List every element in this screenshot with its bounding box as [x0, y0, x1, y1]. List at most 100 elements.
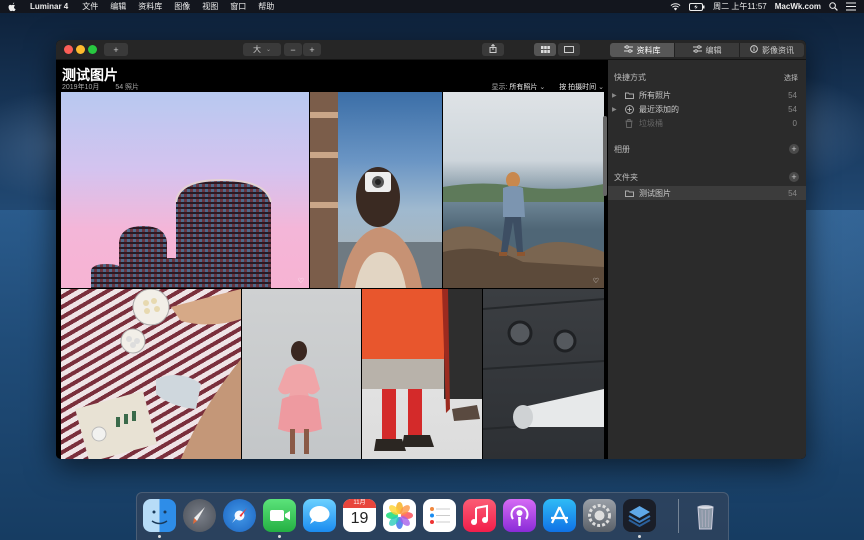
messages-icon[interactable]: [303, 499, 336, 532]
add-photos-button[interactable]: +: [104, 43, 128, 56]
zoom-window-button[interactable]: [88, 45, 97, 54]
tab-edit[interactable]: 编辑: [675, 43, 740, 57]
control-center-icon[interactable]: [846, 2, 856, 11]
menu-image[interactable]: 图像: [174, 1, 190, 12]
sidebar-item-trash[interactable]: 垃圾桶 0: [608, 116, 806, 130]
photo-thumbnail[interactable]: ♡: [61, 92, 309, 288]
share-icon: [489, 43, 497, 55]
shortcuts-heading: 快捷方式: [614, 73, 646, 82]
sort-filter[interactable]: 按 拍摄时间 ⌄: [559, 82, 604, 92]
menu-help[interactable]: 帮助: [258, 1, 274, 12]
sidebar-item-label: 垃圾桶: [639, 118, 663, 128]
tab-library-label: 资料库: [636, 45, 661, 55]
chevron-down-icon: ⌄: [539, 84, 546, 91]
zoom-out-button[interactable]: −: [284, 43, 302, 56]
add-album-button[interactable]: +: [789, 144, 799, 154]
photo-thumbnail[interactable]: [61, 289, 241, 459]
tab-image-info[interactable]: 影像资讯: [740, 43, 804, 57]
trash-icon: [622, 118, 636, 128]
apple-menu-icon[interactable]: [8, 2, 18, 12]
favorite-heart-icon[interactable]: ♡: [593, 277, 599, 285]
show-filter[interactable]: 显示: 所有照片 ⌄: [491, 82, 545, 92]
gallery-scrollbar[interactable]: [603, 116, 607, 196]
hiker-cliff-photo: [443, 172, 604, 288]
thumbnail-size-dropdown[interactable]: 大 ⌄: [243, 43, 281, 56]
thumbnail-size-value: 大: [252, 45, 261, 54]
info-icon: [750, 45, 758, 55]
sidebar-item-recently-added[interactable]: ▶ 最近添加的 54: [608, 102, 806, 116]
search-icon[interactable]: [829, 2, 838, 11]
menu-library[interactable]: 资料库: [138, 1, 162, 12]
photos-icon[interactable]: [383, 499, 416, 532]
battery-icon[interactable]: [689, 2, 705, 11]
trash-icon[interactable]: [689, 499, 722, 532]
photo-thumbnail[interactable]: [310, 92, 442, 288]
photo-thumbnail[interactable]: [362, 289, 482, 459]
share-button[interactable]: [482, 43, 504, 56]
library-sidebar: 快捷方式 选择 ▶ 所有照片 54 ▶ 最近添加的 54 垃圾桶 0 相册 + …: [608, 60, 806, 459]
sidebar-item-count: 54: [788, 104, 797, 114]
sidebar-item-all-photos[interactable]: ▶ 所有照片 54: [608, 88, 806, 102]
safari-icon[interactable]: [223, 499, 256, 532]
gallery-area: 测试图片 2019年10月 54 照片 显示: 所有照片 ⌄ 按 拍摄时间 ⌄: [56, 60, 608, 459]
folders-heading: 文件夹: [614, 173, 638, 182]
clock[interactable]: 周二 上午11:57: [713, 1, 767, 12]
albums-heading: 相册: [614, 145, 630, 154]
woman-camera-photo: [310, 92, 442, 288]
sidebar-item-count: 0: [792, 118, 797, 128]
tab-image-info-label: 影像资讯: [762, 45, 794, 55]
zoom-in-button[interactable]: +: [303, 43, 321, 56]
pink-buildings-photo: [91, 178, 272, 288]
gallery-count: 54 照片: [115, 84, 140, 91]
minimize-window-button[interactable]: [76, 45, 85, 54]
launchpad-icon[interactable]: [183, 499, 216, 532]
menu-view[interactable]: 视图: [202, 1, 218, 12]
menu-window[interactable]: 窗口: [230, 1, 246, 12]
tab-edit-label: 编辑: [705, 45, 722, 55]
disclosure-triangle-icon[interactable]: ▶: [612, 92, 622, 99]
disclosure-triangle-icon[interactable]: ▶: [612, 106, 622, 113]
picnic-blanket-photo: [75, 289, 241, 459]
calendar-icon[interactable]: 11月 19: [343, 499, 376, 532]
menu-bar: Luminar 4 文件 编辑 资料库 图像 视图 窗口 帮助 周二 上午11:…: [0, 0, 864, 13]
running-indicator: [158, 535, 161, 538]
app-store-icon[interactable]: [543, 499, 576, 532]
close-window-button[interactable]: [64, 45, 73, 54]
show-filter-label: 显示:: [491, 84, 508, 91]
grid-view-button[interactable]: [534, 43, 556, 56]
select-button[interactable]: 选择: [784, 73, 798, 83]
sliders-icon: [692, 45, 702, 55]
app-menu[interactable]: Luminar 4: [30, 2, 68, 11]
music-icon[interactable]: [463, 499, 496, 532]
photo-thumbnail[interactable]: [483, 289, 604, 459]
menu-file[interactable]: 文件: [82, 1, 98, 12]
podcasts-icon[interactable]: [503, 499, 536, 532]
single-image-icon: [564, 45, 574, 55]
photo-thumbnail[interactable]: ♡: [443, 92, 604, 288]
dock-separator: [678, 499, 679, 533]
panel-tabs: 资料库 编辑 影像资讯: [610, 43, 804, 57]
grid-icon: [540, 45, 550, 55]
finder-icon[interactable]: [143, 499, 176, 532]
show-filter-value: 所有照片: [509, 84, 538, 91]
tab-library[interactable]: 资料库: [610, 43, 675, 57]
add-folder-button[interactable]: +: [789, 172, 799, 182]
gallery-date: 2019年10月: [62, 84, 100, 91]
sidebar-item-count: 54: [788, 90, 797, 100]
sidebar-item-test-folder[interactable]: 测试图片 54: [608, 186, 806, 200]
gallery-filters: 显示: 所有照片 ⌄ 按 拍摄时间 ⌄: [491, 82, 604, 92]
folder-icon: [622, 190, 636, 197]
system-preferences-icon[interactable]: [583, 499, 616, 532]
photo-thumbnail[interactable]: [242, 289, 361, 459]
wifi-icon[interactable]: [670, 2, 681, 11]
single-view-button[interactable]: [558, 43, 580, 56]
luminar-icon[interactable]: [623, 499, 656, 532]
facetime-icon[interactable]: [263, 499, 296, 532]
menu-edit[interactable]: 编辑: [110, 1, 126, 12]
sort-filter-label: 按 拍摄时间: [559, 84, 597, 91]
pink-dress-photo: [278, 341, 322, 454]
favorite-heart-icon[interactable]: ♡: [298, 277, 304, 285]
dock: 11月 19: [136, 492, 729, 540]
reminders-icon[interactable]: [423, 499, 456, 532]
sidebar-item-label: 最近添加的: [639, 104, 679, 114]
